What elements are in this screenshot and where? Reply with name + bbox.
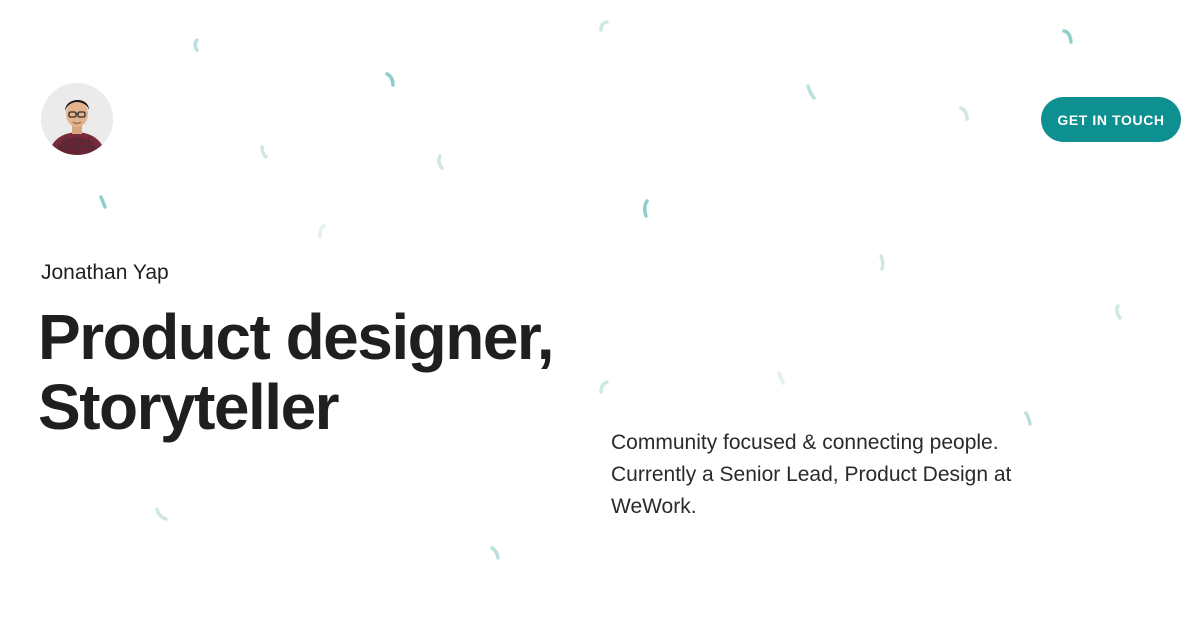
author-name: Jonathan Yap <box>41 261 169 284</box>
headline-line-1: Product designer, <box>38 301 555 373</box>
confetti-piece <box>642 199 649 218</box>
confetti-piece <box>599 380 609 394</box>
avatar <box>41 83 113 155</box>
confetti-piece <box>260 145 268 159</box>
confetti-piece <box>959 106 969 121</box>
confetti-piece <box>879 254 885 271</box>
confetti-piece <box>193 38 199 52</box>
confetti-piece <box>1024 411 1032 426</box>
confetti-piece <box>99 195 107 209</box>
confetti-piece <box>599 20 609 32</box>
bio-text: Community focused & connecting people. C… <box>611 431 1012 518</box>
confetti-piece <box>777 371 785 385</box>
hero-headline: Product designer, Storyteller <box>38 301 555 443</box>
confetti-piece <box>318 224 326 239</box>
get-in-touch-button[interactable]: GET IN TOUCH <box>1041 97 1181 142</box>
headline-line-2: Storyteller <box>38 371 340 443</box>
confetti-piece <box>385 72 395 87</box>
confetti-piece <box>490 546 500 560</box>
confetti-piece <box>155 507 168 521</box>
profile-photo <box>41 83 113 155</box>
confetti-piece <box>1062 29 1073 44</box>
confetti-piece <box>437 154 444 170</box>
confetti-piece <box>806 84 816 100</box>
confetti-piece <box>1115 304 1122 320</box>
